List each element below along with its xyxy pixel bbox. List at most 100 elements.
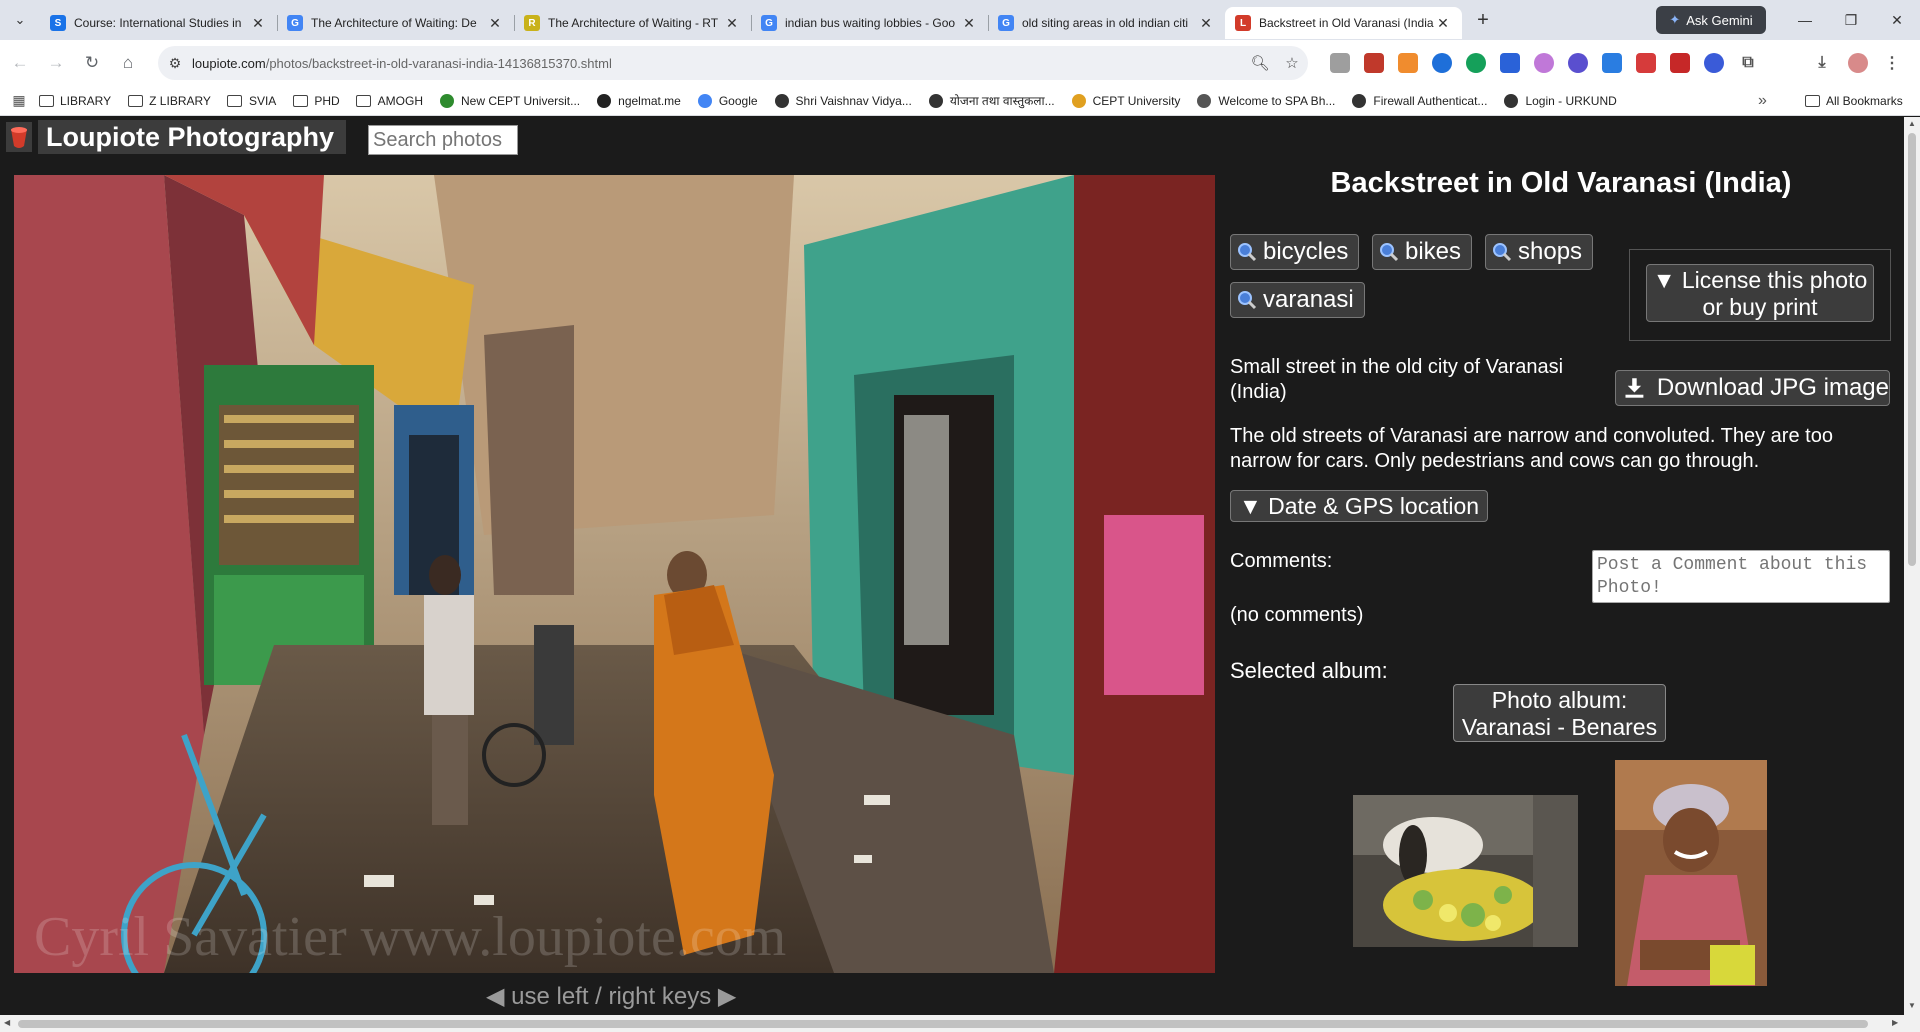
bookmark-item[interactable]: Welcome to SPA Bh... — [1196, 93, 1336, 108]
loupiote-logo-icon[interactable] — [6, 122, 32, 152]
comment-input[interactable] — [1592, 550, 1890, 603]
zoom-icon[interactable]: 🔍︎ — [1244, 54, 1276, 72]
scroll-up-arrow-icon[interactable]: ▲ — [1904, 119, 1920, 128]
profile-avatar[interactable] — [1848, 53, 1868, 73]
site-icon — [1196, 93, 1212, 108]
download-icon[interactable]: ⤓ — [1812, 53, 1832, 73]
tab-search-chevron-icon[interactable]: ⌄ — [0, 0, 40, 40]
address-bar[interactable]: ⚙ loupiote.com/photos/backstreet-in-old-… — [158, 46, 1308, 80]
photo-album-button[interactable]: Photo album: Varanasi - Benares — [1453, 684, 1666, 742]
all-bookmarks[interactable]: All Bookmarks — [1805, 94, 1903, 108]
bookmark-item[interactable]: PHD — [292, 94, 340, 108]
bookmark-label: Z LIBRARY — [149, 93, 211, 108]
menu-kebab-icon[interactable]: ⋮ — [1882, 53, 1902, 73]
bookmark-label: LIBRARY — [60, 93, 112, 108]
reload-icon[interactable]: ↻ — [76, 47, 108, 79]
tab-close-icon[interactable]: ✕ — [486, 15, 504, 32]
site-icon — [596, 93, 612, 108]
tag-bikes-button[interactable]: bikes — [1372, 234, 1473, 270]
apps-grid-icon[interactable]: ▦ — [0, 92, 38, 109]
browser-tab[interactable]: G old siting areas in old indian citi ✕ — [988, 7, 1225, 39]
tag-shops-button[interactable]: shops — [1485, 234, 1594, 270]
bookmark-item[interactable]: योजना तथा वास्तुकला... — [928, 92, 1055, 109]
bookmark-item[interactable]: Z LIBRARY — [127, 94, 211, 108]
browser-tab[interactable]: R The Architecture of Waiting - RT ✕ — [514, 7, 751, 39]
ask-gemini-label: Ask Gemini — [1686, 12, 1753, 28]
main-photo[interactable]: Cyril Savatier www.loupiote.com — [14, 175, 1215, 973]
site-title[interactable]: Loupiote Photography — [38, 120, 346, 154]
new-tab-plus-icon[interactable]: + — [1468, 5, 1498, 35]
bookmark-label: Welcome to SPA Bh... — [1218, 93, 1336, 108]
horizontal-scroll-thumb[interactable] — [18, 1020, 1868, 1028]
extension-icon[interactable] — [1636, 53, 1656, 73]
tab-close-icon[interactable]: ✕ — [1197, 15, 1215, 32]
download-jpg-button[interactable]: Download JPG image — [1615, 370, 1890, 406]
bookmarks-overflow-icon[interactable]: » — [1758, 92, 1767, 110]
tag-label: bicycles — [1263, 238, 1349, 265]
tab-close-icon[interactable]: ✕ — [960, 15, 978, 32]
tag-label: bikes — [1405, 238, 1462, 265]
photo-title: Backstreet in Old Varanasi (India) — [1330, 167, 1792, 199]
vertical-scrollbar[interactable]: ▲ ▼ — [1904, 117, 1920, 1015]
bookmark-item[interactable]: Shri Vaishnav Vidya... — [774, 93, 912, 108]
tab-title: The Architecture of Waiting - RT — [548, 16, 719, 30]
tab-close-icon[interactable]: ✕ — [723, 15, 741, 32]
bookmark-item[interactable]: New CEPT Universit... — [439, 93, 580, 108]
bookmark-star-icon[interactable]: ☆ — [1276, 54, 1308, 72]
bookmark-item[interactable]: CEPT University — [1071, 93, 1180, 108]
scroll-down-arrow-icon[interactable]: ▼ — [1904, 1001, 1920, 1010]
browser-tab[interactable]: G indian bus waiting lobbies - Goo ✕ — [751, 7, 988, 39]
tab-favicon-icon: G — [998, 15, 1014, 31]
search-photos-input[interactable] — [368, 125, 518, 155]
magnifier-icon — [1238, 291, 1257, 310]
bookmark-label: योजना तथा वास्तुकला... — [949, 94, 1055, 108]
tab-title: The Architecture of Waiting: De — [311, 16, 477, 30]
bookmark-item[interactable]: SVIA — [227, 94, 276, 108]
extension-icon[interactable] — [1602, 53, 1622, 73]
url-text[interactable]: loupiote.com/photos/backstreet-in-old-va… — [192, 56, 1244, 71]
extension-icon[interactable] — [1568, 53, 1588, 73]
tab-close-icon[interactable]: ✕ — [1434, 15, 1452, 32]
window-close-icon[interactable]: ✕ — [1874, 0, 1920, 40]
site-info-icon[interactable]: ⚙ — [158, 55, 192, 72]
license-photo-button[interactable]: ▼ License this photo or buy print — [1646, 264, 1874, 322]
scroll-right-arrow-icon[interactable]: ▶ — [1892, 1018, 1898, 1027]
bookmark-label: AMOGH — [377, 93, 423, 108]
bookmark-item[interactable]: AMOGH — [356, 94, 423, 108]
bookmark-item[interactable]: LIBRARY — [38, 94, 111, 108]
bookmark-item[interactable]: Firewall Authenticat... — [1351, 93, 1487, 108]
album-thumbnail-cow[interactable] — [1353, 795, 1578, 947]
extension-icon[interactable] — [1364, 53, 1384, 73]
extension-icon[interactable] — [1398, 53, 1418, 73]
extension-icon[interactable] — [1534, 53, 1554, 73]
album-thumbnail-man[interactable] — [1615, 760, 1767, 986]
horizontal-scrollbar[interactable]: ◀ ▶ — [0, 1015, 1920, 1032]
date-gps-button[interactable]: ▼ Date & GPS location — [1230, 490, 1489, 522]
home-icon[interactable]: ⌂ — [112, 47, 144, 79]
ask-gemini-button[interactable]: ✦ Ask Gemini — [1656, 6, 1766, 34]
folder-icon — [356, 94, 372, 108]
scroll-left-arrow-icon[interactable]: ◀ — [4, 1018, 10, 1027]
restore-icon[interactable]: ❐ — [1828, 0, 1874, 40]
extension-icon[interactable] — [1330, 53, 1350, 73]
tab-title: old siting areas in old indian citi — [1022, 16, 1189, 30]
tag-varanasi-button[interactable]: varanasi — [1230, 282, 1365, 318]
extension-icon[interactable] — [1500, 53, 1520, 73]
vertical-scroll-thumb[interactable] — [1908, 133, 1916, 566]
back-arrow-icon[interactable]: ← — [4, 47, 36, 79]
tag-bicycles-button[interactable]: bicycles — [1230, 234, 1360, 270]
minimize-icon[interactable]: — — [1782, 0, 1828, 40]
browser-tab[interactable]: G The Architecture of Waiting: De ✕ — [277, 7, 514, 39]
browser-tab[interactable]: S Course: International Studies in ✕ — [40, 7, 277, 39]
browser-tab-active[interactable]: L Backstreet in Old Varanasi (India ✕ — [1225, 7, 1462, 39]
grammarly-icon[interactable] — [1466, 53, 1486, 73]
tab-close-icon[interactable]: ✕ — [249, 15, 267, 32]
forward-arrow-icon[interactable]: → — [40, 47, 72, 79]
bookmark-item[interactable]: Google — [697, 93, 758, 108]
bookmark-item[interactable]: ngelmat.me — [596, 93, 681, 108]
extension-icon[interactable] — [1432, 53, 1452, 73]
zoom-extension-icon[interactable] — [1704, 53, 1724, 73]
bookmark-item[interactable]: Login - URKUND — [1503, 93, 1617, 108]
extensions-puzzle-icon[interactable]: ⧉ — [1738, 53, 1758, 73]
pdf-extension-icon[interactable] — [1670, 53, 1690, 73]
